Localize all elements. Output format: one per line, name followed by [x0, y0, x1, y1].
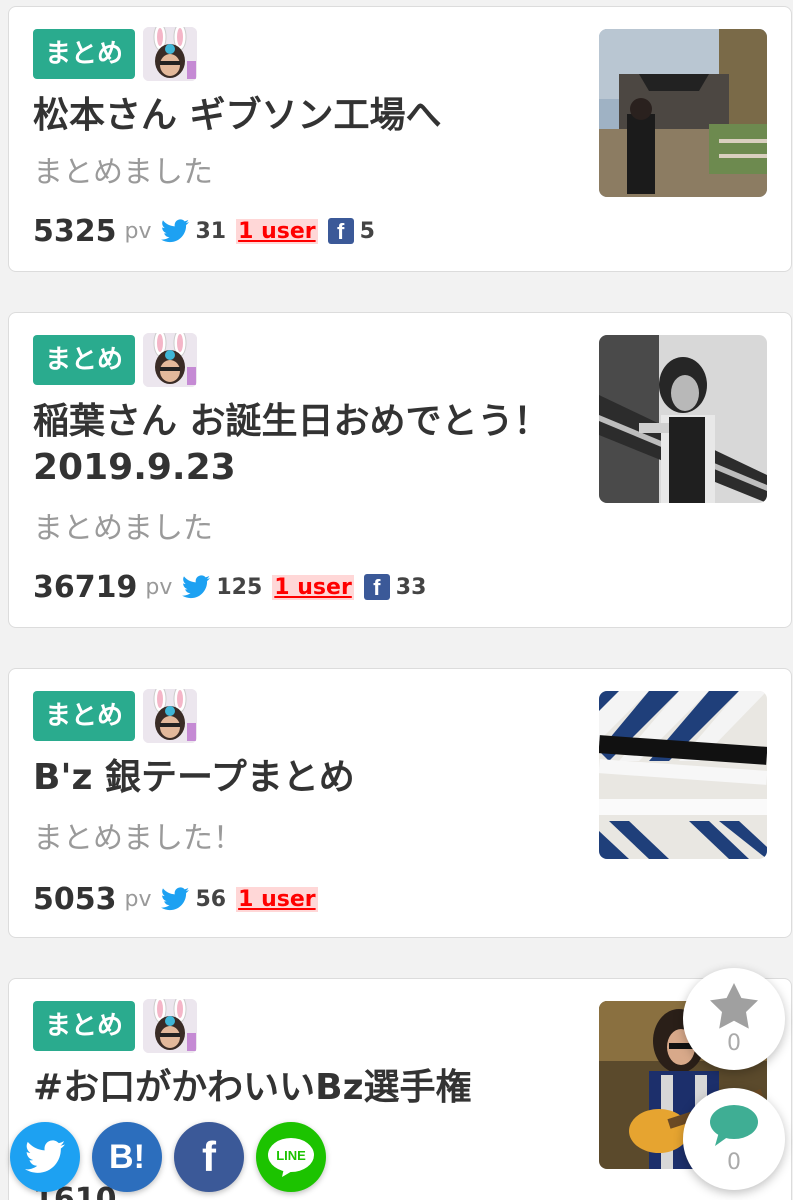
matome-badge: まとめ	[33, 691, 135, 741]
article-thumbnail[interactable]	[599, 691, 767, 859]
article-title[interactable]: B'z 銀テープまとめ	[33, 755, 578, 801]
twitter-icon	[25, 1140, 65, 1173]
line-icon: LINE	[268, 1138, 314, 1177]
facebook-count: 5	[359, 218, 375, 244]
hatena-bookmark-users-link[interactable]: 1 user	[236, 886, 318, 912]
pv-unit: pv	[145, 574, 173, 600]
article-title[interactable]: 松本さん ギブソン工場へ	[33, 93, 578, 139]
tweet-count: 56	[195, 886, 227, 912]
article-card[interactable]: まとめ 松本さん ギブソン工場へ まとめました 5325 pv 31 1 use…	[8, 6, 792, 272]
comment-count: 0	[727, 1149, 741, 1175]
facebook-count: 33	[395, 574, 427, 600]
hatena-bookmark-users-link[interactable]: 1 user	[236, 218, 318, 244]
matome-badge: まとめ	[33, 1001, 135, 1051]
article-subtitle: まとめました	[33, 511, 213, 546]
hatena-bookmark-users-link[interactable]: 1 user	[272, 574, 354, 600]
article-title[interactable]: 稲葉さん お誕生日おめでとう！2019.9.23	[33, 399, 578, 491]
favorite-count: 0	[727, 1030, 741, 1056]
article-card[interactable]: まとめ B'z 銀テープまとめ まとめました！ 5053 pv 56 1 use…	[8, 668, 792, 938]
author-avatar[interactable]	[143, 27, 197, 81]
article-stats: 5053 pv 56 1 user	[33, 879, 328, 919]
pv-count: 36719	[33, 569, 138, 605]
star-icon	[710, 982, 758, 1029]
share-line-button[interactable]: LINE	[256, 1122, 326, 1192]
hatena-bookmark-icon: B!	[109, 1137, 145, 1176]
facebook-icon: f	[202, 1133, 216, 1180]
tweet-count: 31	[195, 218, 227, 244]
comment-button[interactable]: 0	[683, 1088, 785, 1190]
article-card[interactable]: まとめ 稲葉さん お誕生日おめでとう！2019.9.23 まとめました 3671…	[8, 312, 792, 628]
comment-bubble-icon	[710, 1104, 758, 1146]
article-title[interactable]: #お口がかわいいBz選手権	[33, 1065, 578, 1111]
share-twitter-button[interactable]	[10, 1122, 80, 1192]
tweet-count: 125	[216, 574, 263, 600]
matome-badge: まとめ	[33, 29, 135, 79]
pv-count: 5053	[33, 881, 117, 917]
author-avatar[interactable]	[143, 333, 197, 387]
share-facebook-button[interactable]: f	[174, 1122, 244, 1192]
facebook-icon: f	[363, 574, 390, 600]
favorite-button[interactable]: 0	[683, 968, 785, 1070]
twitter-icon	[161, 887, 190, 911]
pv-count: 5325	[33, 213, 117, 249]
pv-unit: pv	[124, 218, 152, 244]
twitter-icon	[182, 575, 211, 599]
article-subtitle: まとめました	[33, 155, 213, 190]
line-label: LINE	[276, 1148, 306, 1163]
author-avatar[interactable]	[143, 999, 197, 1053]
article-thumbnail[interactable]	[599, 29, 767, 197]
pv-unit: pv	[124, 886, 152, 912]
article-thumbnail[interactable]	[599, 335, 767, 503]
author-avatar[interactable]	[143, 689, 197, 743]
article-stats: 36719 pv 125 1 user f 33	[33, 567, 426, 607]
matome-badge: まとめ	[33, 335, 135, 385]
article-subtitle: まとめました！	[33, 821, 243, 856]
twitter-icon	[161, 219, 190, 243]
share-hatena-button[interactable]: B!	[92, 1122, 162, 1192]
facebook-icon: f	[327, 218, 354, 244]
article-stats: 5325 pv 31 1 user f 5	[33, 211, 375, 251]
